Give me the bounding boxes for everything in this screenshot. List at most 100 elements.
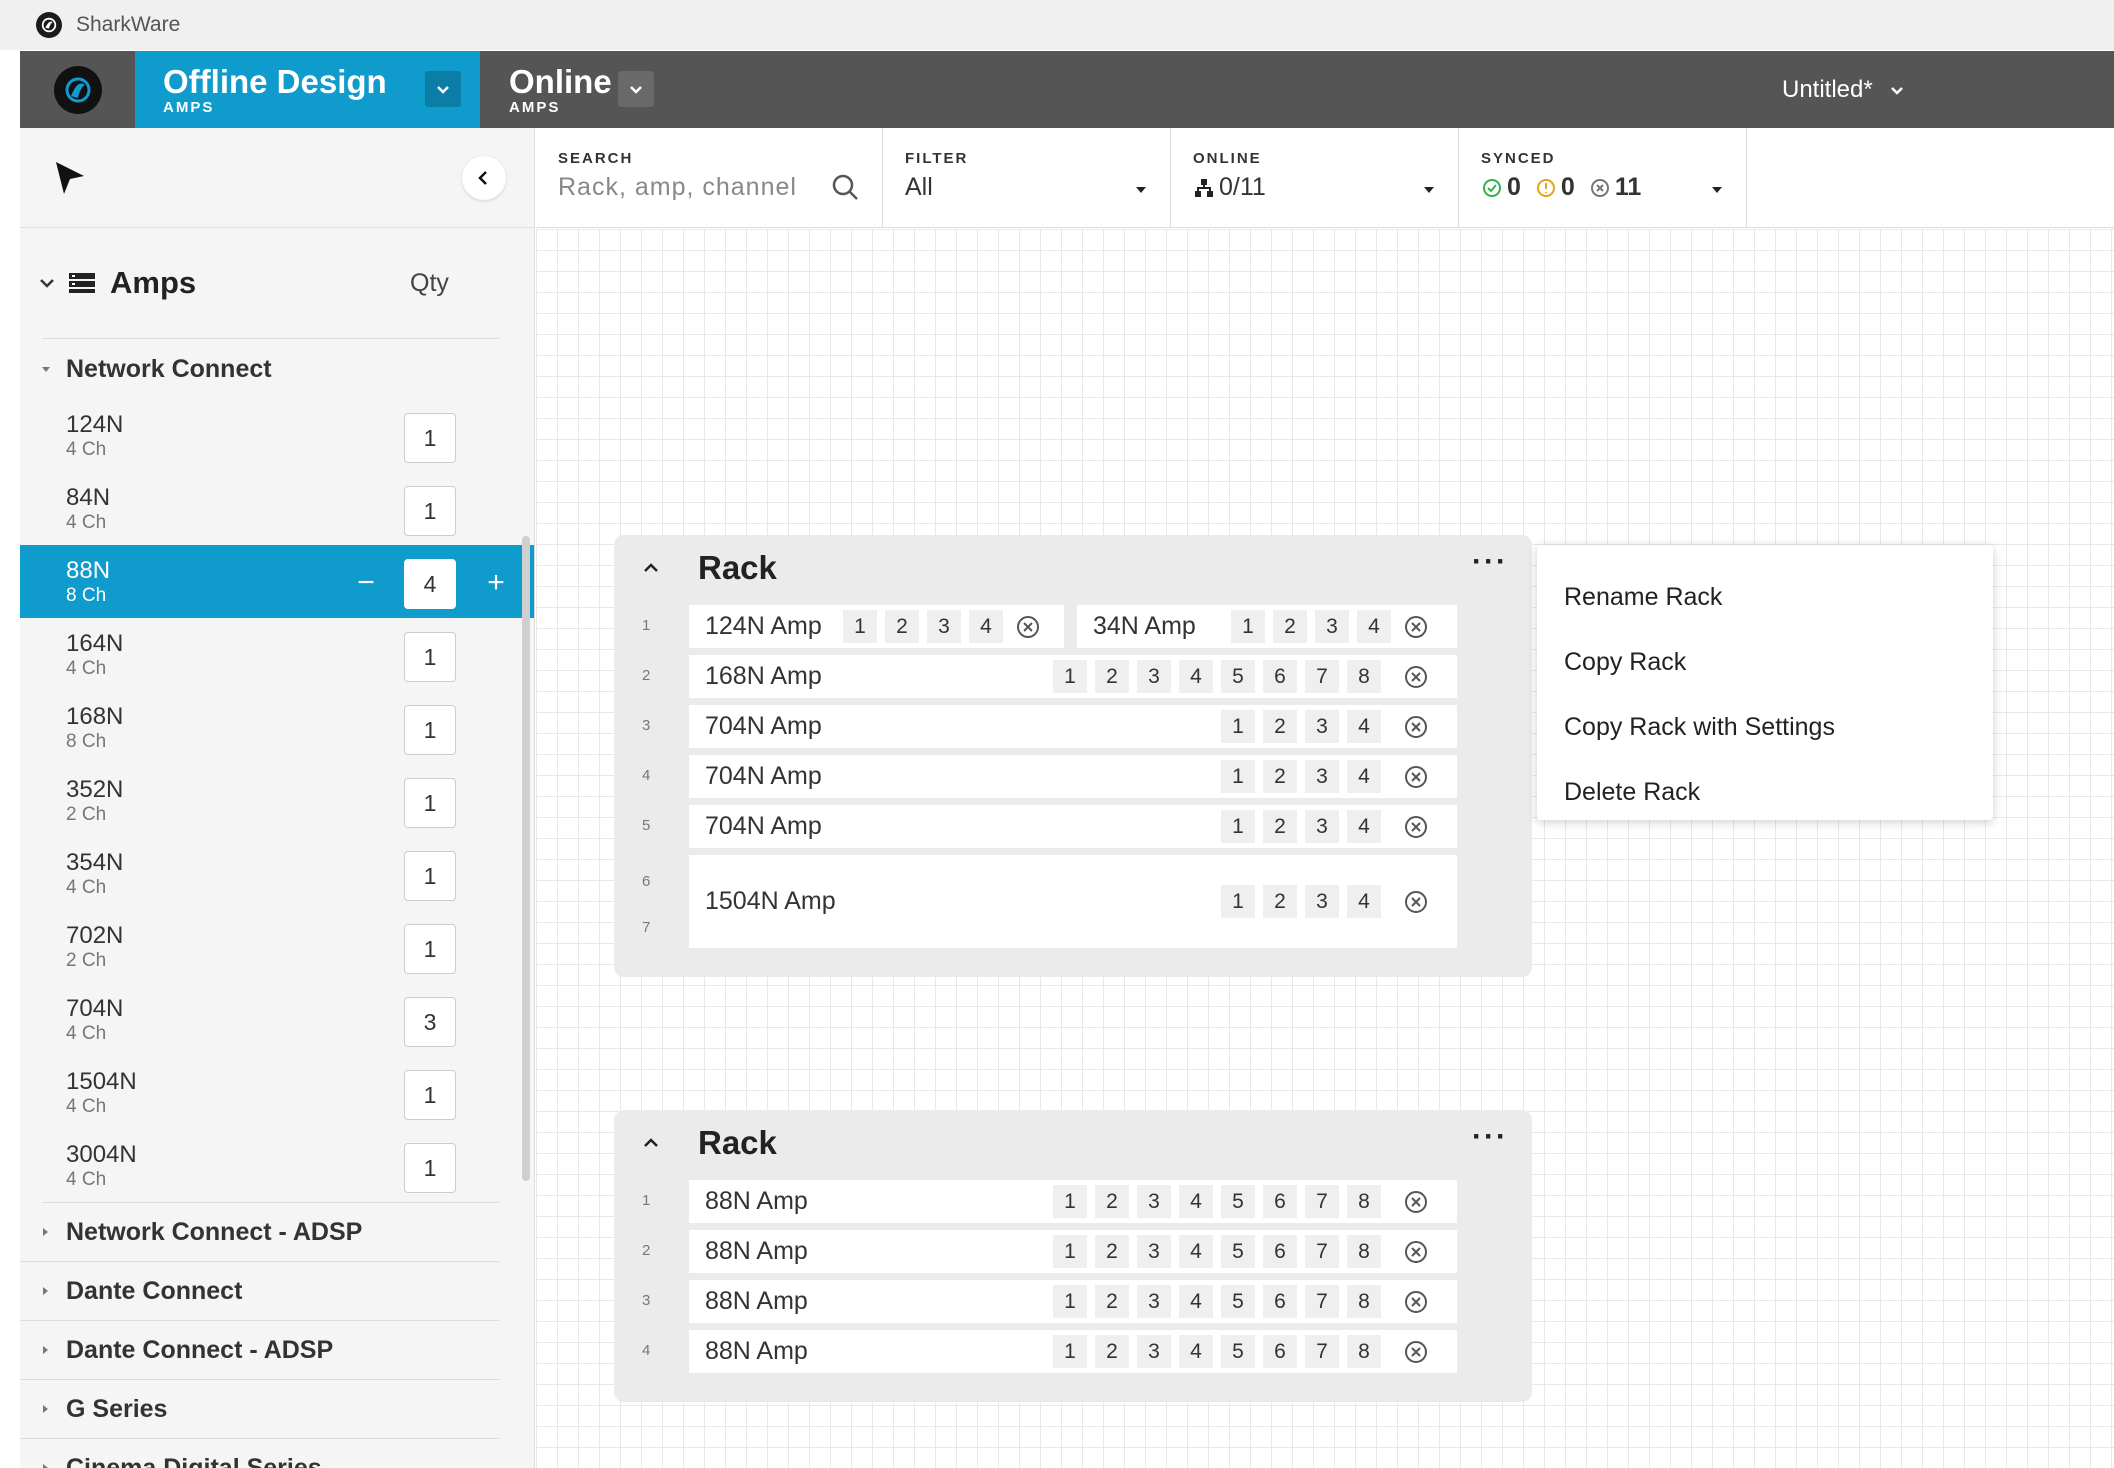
- channel-box[interactable]: 3: [927, 610, 961, 643]
- channel-box[interactable]: 4: [1179, 660, 1213, 693]
- group-cinema-digital-series[interactable]: Cinema Digital Series: [20, 1439, 499, 1468]
- sync-x-icon[interactable]: [1402, 1238, 1430, 1266]
- channel-box[interactable]: 8: [1347, 1235, 1381, 1268]
- group-g-series[interactable]: G Series: [20, 1380, 499, 1439]
- channel-box[interactable]: 8: [1347, 1335, 1381, 1368]
- amp-item-704n[interactable]: 704N 4 Ch 3: [20, 983, 534, 1056]
- channel-box[interactable]: 1: [1053, 1185, 1087, 1218]
- rack-amp[interactable]: 124N Amp 1 2 3 4: [689, 605, 1064, 648]
- channel-box[interactable]: 4: [1179, 1235, 1213, 1268]
- qty-field[interactable]: 1: [404, 924, 456, 974]
- tab-offline-design[interactable]: Offline Design AMPS: [135, 51, 480, 128]
- qty-field[interactable]: 1: [404, 486, 456, 536]
- channel-box[interactable]: 1: [1053, 660, 1087, 693]
- pointer-icon[interactable]: [50, 158, 90, 198]
- channel-box[interactable]: 1: [1221, 710, 1255, 743]
- online-dropdown[interactable]: ONLINE 0/11: [1171, 128, 1459, 228]
- brand-logo[interactable]: [20, 51, 135, 128]
- channel-box[interactable]: 1: [1231, 610, 1265, 643]
- channel-box[interactable]: 2: [1095, 1285, 1129, 1318]
- amp-item-1504n[interactable]: 1504N 4 Ch 1: [20, 1056, 534, 1129]
- channel-box[interactable]: 8: [1347, 1285, 1381, 1318]
- group-dante-connect[interactable]: Dante Connect: [20, 1262, 499, 1321]
- sync-x-icon[interactable]: [1402, 813, 1430, 841]
- tab-dropdown-button[interactable]: [618, 71, 654, 107]
- channel-box[interactable]: 5: [1221, 1335, 1255, 1368]
- menu-item-delete-rack[interactable]: Delete Rack: [1537, 760, 1993, 825]
- sync-x-icon[interactable]: [1402, 613, 1430, 641]
- rack-amp[interactable]: 88N Amp 1 2 3 4 5 6 7 8: [689, 1180, 1457, 1223]
- rack-2[interactable]: Rack ··· 1 88N Amp 1 2 3 4 5 6 7 8 2 88N…: [614, 1110, 1532, 1402]
- qty-field[interactable]: 1: [404, 413, 456, 463]
- channel-box[interactable]: 4: [1347, 885, 1381, 918]
- rack-amp[interactable]: 34N Amp 1 2 3 4: [1077, 605, 1457, 648]
- qty-field[interactable]: 1: [404, 705, 456, 755]
- channel-box[interactable]: 5: [1221, 1285, 1255, 1318]
- synced-dropdown[interactable]: SYNCED 0 0 11: [1459, 128, 1747, 228]
- channel-box[interactable]: 8: [1347, 660, 1381, 693]
- channel-box[interactable]: 2: [1263, 760, 1297, 793]
- qty-field[interactable]: 3: [404, 997, 456, 1047]
- search-field[interactable]: SEARCH Rack, amp, channel: [536, 128, 883, 228]
- channel-box[interactable]: 7: [1305, 1335, 1339, 1368]
- chevron-up-icon[interactable]: [640, 557, 662, 579]
- channel-box[interactable]: 3: [1305, 885, 1339, 918]
- menu-item-rename-rack[interactable]: Rename Rack: [1537, 565, 1993, 630]
- sidebar-scrollbar[interactable]: [522, 536, 530, 1181]
- channel-box[interactable]: 3: [1137, 1285, 1171, 1318]
- channel-box[interactable]: 7: [1305, 1185, 1339, 1218]
- channel-box[interactable]: 6: [1263, 1185, 1297, 1218]
- rack-amp[interactable]: 88N Amp 1 2 3 4 5 6 7 8: [689, 1330, 1457, 1373]
- channel-box[interactable]: 3: [1305, 810, 1339, 843]
- channel-box[interactable]: 4: [1347, 760, 1381, 793]
- channel-box[interactable]: 1: [1221, 810, 1255, 843]
- file-name-dropdown[interactable]: Untitled*: [1782, 51, 1907, 128]
- rack-amp[interactable]: 704N Amp 1 2 3 4: [689, 755, 1457, 798]
- amp-item-164n[interactable]: 164N 4 Ch 1: [20, 618, 534, 691]
- channel-box[interactable]: 4: [1179, 1335, 1213, 1368]
- qty-field[interactable]: 1: [404, 778, 456, 828]
- channel-box[interactable]: 3: [1315, 610, 1349, 643]
- channel-box[interactable]: 3: [1137, 1235, 1171, 1268]
- channel-box[interactable]: 3: [1305, 710, 1339, 743]
- channel-box[interactable]: 5: [1221, 1235, 1255, 1268]
- channel-box[interactable]: 2: [1095, 1335, 1129, 1368]
- qty-field[interactable]: 1: [404, 1143, 456, 1193]
- amps-section-header[interactable]: Amps Qty: [20, 228, 534, 338]
- channel-box[interactable]: 7: [1305, 660, 1339, 693]
- increment-button[interactable]: +: [476, 563, 516, 603]
- channel-box[interactable]: 3: [1137, 660, 1171, 693]
- channel-box[interactable]: 7: [1305, 1235, 1339, 1268]
- channel-box[interactable]: 1: [1053, 1285, 1087, 1318]
- channel-box[interactable]: 1: [1053, 1335, 1087, 1368]
- rack-amp[interactable]: 88N Amp 1 2 3 4 5 6 7 8: [689, 1230, 1457, 1273]
- search-icon[interactable]: [830, 172, 860, 202]
- channel-box[interactable]: 6: [1263, 1235, 1297, 1268]
- channel-box[interactable]: 7: [1305, 1285, 1339, 1318]
- channel-box[interactable]: 6: [1263, 660, 1297, 693]
- channel-box[interactable]: 5: [1221, 660, 1255, 693]
- tab-dropdown-button[interactable]: [425, 71, 461, 107]
- amp-item-352n[interactable]: 352N 2 Ch 1: [20, 764, 534, 837]
- channel-box[interactable]: 2: [1263, 810, 1297, 843]
- amp-item-124n[interactable]: 124N 4 Ch 1: [20, 399, 534, 472]
- sync-x-icon[interactable]: [1402, 1288, 1430, 1316]
- decrement-button[interactable]: −: [346, 563, 386, 603]
- channel-box[interactable]: 2: [1263, 885, 1297, 918]
- channel-box[interactable]: 4: [1179, 1285, 1213, 1318]
- channel-box[interactable]: 1: [843, 610, 877, 643]
- rack-amp[interactable]: 704N Amp 1 2 3 4: [689, 805, 1457, 848]
- channel-box[interactable]: 2: [1095, 1185, 1129, 1218]
- channel-box[interactable]: 3: [1137, 1335, 1171, 1368]
- qty-field[interactable]: 1: [404, 851, 456, 901]
- amp-item-3004n[interactable]: 3004N 4 Ch 1: [20, 1129, 534, 1202]
- channel-box[interactable]: 6: [1263, 1285, 1297, 1318]
- amp-item-702n[interactable]: 702N 2 Ch 1: [20, 910, 534, 983]
- qty-field[interactable]: 1: [404, 632, 456, 682]
- sync-x-icon[interactable]: [1402, 1188, 1430, 1216]
- channel-box[interactable]: 8: [1347, 1185, 1381, 1218]
- qty-field[interactable]: 1: [404, 1070, 456, 1120]
- channel-box[interactable]: 2: [1095, 1235, 1129, 1268]
- more-options-button[interactable]: ···: [1472, 1120, 1508, 1154]
- channel-box[interactable]: 4: [1347, 810, 1381, 843]
